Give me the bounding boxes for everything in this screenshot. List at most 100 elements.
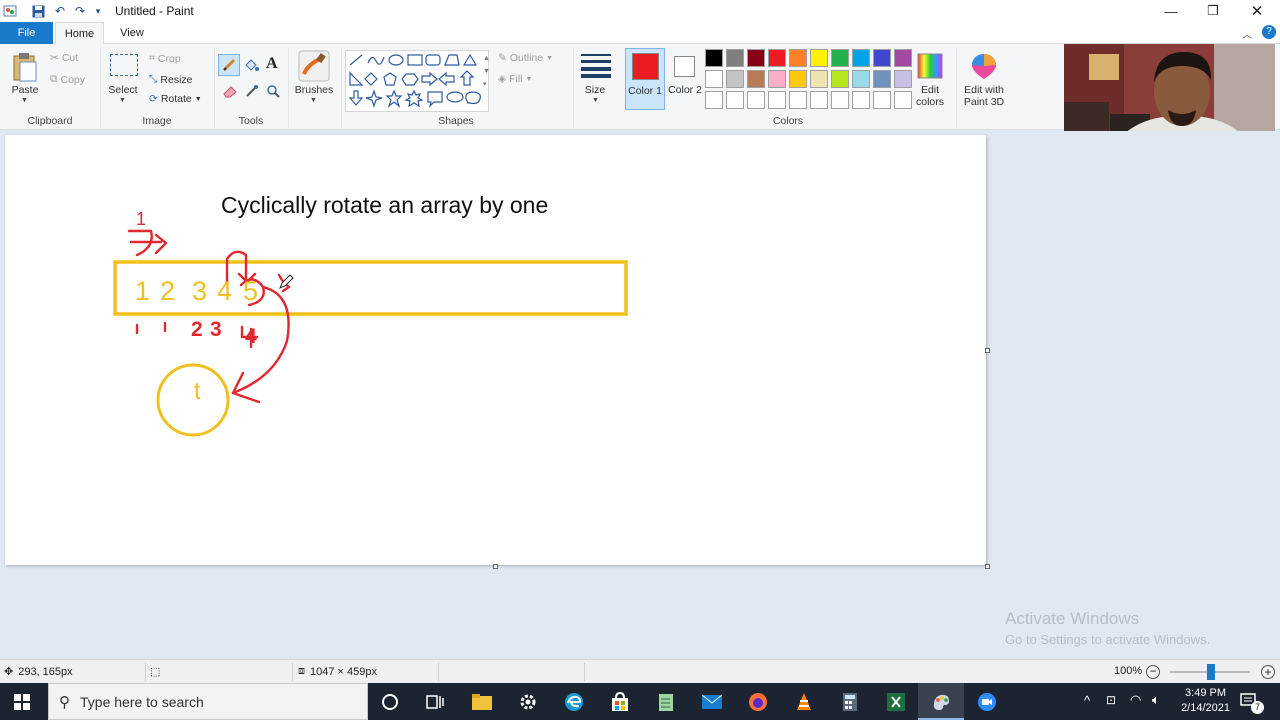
drawing-canvas[interactable]: Cyclically rotate an array by one 1 2 3 … (5, 135, 986, 565)
mail-icon[interactable] (689, 683, 735, 720)
pencil-tool-icon[interactable] (218, 54, 240, 76)
color-picker-icon[interactable] (245, 84, 259, 101)
paste-dropdown-icon[interactable]: ▼ (21, 97, 28, 104)
palette-empty-swatch[interactable] (873, 91, 891, 109)
select-icon[interactable] (110, 54, 138, 76)
palette-color-swatch[interactable] (768, 49, 786, 67)
cut-button[interactable]: ✂ Cut (50, 52, 78, 64)
size-button[interactable]: Size (578, 84, 612, 96)
vlc-icon[interactable] (781, 683, 827, 720)
text-tool-icon[interactable]: A (266, 55, 278, 73)
fill-bucket-icon[interactable] (243, 57, 259, 76)
resize-button[interactable]: ⤡ Resize (149, 73, 193, 86)
palette-empty-swatch[interactable] (726, 91, 744, 109)
customize-quick-access-icon[interactable]: ▾ (90, 3, 106, 19)
paint3d-icon[interactable] (970, 52, 998, 83)
brushes-button[interactable]: Brushes (290, 84, 338, 96)
firefox-icon[interactable] (735, 683, 781, 720)
store-icon[interactable] (597, 683, 643, 720)
palette-color-swatch[interactable] (747, 70, 765, 88)
resize-handle-bottom[interactable] (493, 564, 498, 569)
fill-button[interactable]: ◈ Fill ▼ (498, 73, 532, 85)
palette-empty-swatch[interactable] (747, 91, 765, 109)
edit-with-paint3d-button[interactable]: Edit with Paint 3D (956, 84, 1012, 108)
palette-color-swatch[interactable] (747, 49, 765, 67)
tray-overflow-icon[interactable]: ^ (1084, 693, 1090, 708)
resize-handle-corner[interactable] (985, 564, 990, 569)
redo-icon[interactable]: ↷ (72, 3, 88, 19)
brush-icon[interactable] (298, 50, 330, 85)
color2-selector[interactable]: Color 2 (667, 48, 703, 110)
minimize-button[interactable]: — (1149, 0, 1193, 22)
palette-empty-swatch[interactable] (705, 91, 723, 109)
crop-button[interactable]: ⌗ Crop (149, 52, 181, 65)
palette-color-swatch[interactable] (831, 70, 849, 88)
palette-color-swatch[interactable] (894, 49, 912, 67)
tab-file[interactable]: File (0, 22, 53, 44)
palette-color-swatch[interactable] (873, 70, 891, 88)
volume-icon[interactable]: 🔈︎ (1152, 692, 1160, 708)
eraser-icon[interactable] (222, 84, 238, 101)
palette-empty-swatch[interactable] (789, 91, 807, 109)
tab-view[interactable]: View (108, 22, 156, 44)
size-dropdown-icon[interactable]: ▼ (592, 97, 599, 104)
system-clock[interactable]: 3:49 PM 2/14/2021 (1181, 686, 1230, 716)
edit-colors-button[interactable]: Edit colors (908, 84, 952, 108)
zoom-meetings-icon[interactable] (964, 683, 1010, 720)
select-dropdown-icon[interactable]: ▼ (119, 97, 126, 104)
palette-color-swatch[interactable] (852, 49, 870, 67)
palette-color-swatch[interactable] (852, 70, 870, 88)
paint-app-icon[interactable] (2, 3, 18, 19)
undo-icon[interactable]: ↶ (52, 3, 68, 19)
palette-empty-swatch[interactable] (810, 91, 828, 109)
palette-color-swatch[interactable] (705, 70, 723, 88)
brushes-dropdown-icon[interactable]: ▼ (310, 97, 317, 104)
notepad-icon[interactable] (643, 683, 689, 720)
restore-button[interactable]: ❐ (1191, 0, 1235, 22)
palette-color-swatch[interactable] (768, 70, 786, 88)
excel-icon[interactable] (873, 683, 919, 720)
zoom-out-button[interactable]: − (1146, 665, 1160, 679)
color1-selector[interactable]: Color 1 (625, 48, 665, 110)
settings-icon[interactable] (505, 683, 551, 720)
task-view-icon[interactable] (412, 683, 458, 720)
magnifier-icon[interactable] (266, 84, 280, 101)
paste-button[interactable]: Paste (10, 84, 40, 96)
palette-empty-swatch[interactable] (831, 91, 849, 109)
taskbar-search-box[interactable]: ⚲ Type here to search (48, 683, 368, 720)
palette-color-swatch[interactable] (789, 49, 807, 67)
collapse-ribbon-icon[interactable]: ︿ (1242, 26, 1252, 41)
outline-button[interactable]: ✎ Outline ▼ (498, 52, 553, 64)
paint-taskbar-icon[interactable] (918, 683, 964, 720)
palette-color-swatch[interactable] (726, 49, 744, 67)
shapes-gallery[interactable] (345, 50, 489, 112)
calculator-icon[interactable] (827, 683, 873, 720)
palette-color-swatch[interactable] (705, 49, 723, 67)
palette-color-swatch[interactable] (810, 70, 828, 88)
zoom-in-button[interactable]: + (1261, 665, 1275, 679)
select-button[interactable]: Select (104, 84, 142, 96)
palette-color-swatch[interactable] (831, 49, 849, 67)
help-icon[interactable]: ? (1262, 25, 1276, 39)
resize-handle-right[interactable] (985, 348, 990, 353)
palette-empty-swatch[interactable] (852, 91, 870, 109)
palette-color-swatch[interactable] (873, 49, 891, 67)
copy-button[interactable]: ⧉ Copy (50, 73, 85, 86)
close-button[interactable]: ✕ (1235, 0, 1279, 22)
edit-colors-icon[interactable] (916, 52, 944, 83)
palette-color-swatch[interactable] (726, 70, 744, 88)
network-icon[interactable]: ⊡ (1106, 693, 1116, 707)
size-icon[interactable] (580, 52, 612, 81)
paste-icon[interactable] (12, 52, 38, 85)
palette-color-swatch[interactable] (810, 49, 828, 67)
palette-empty-swatch[interactable] (768, 91, 786, 109)
tab-home[interactable]: Home (55, 22, 104, 45)
zoom-slider-thumb[interactable] (1207, 664, 1215, 680)
cortana-icon[interactable] (367, 683, 413, 720)
edge-browser-icon[interactable] (551, 683, 597, 720)
wifi-icon[interactable]: ◠ (1130, 692, 1141, 708)
file-explorer-icon[interactable] (459, 683, 505, 720)
rotate-button[interactable]: ⟳ Rotate ▼ (149, 93, 202, 105)
windows-start-icon[interactable] (14, 694, 30, 713)
shapes-scroll-icon[interactable]: ▲ ▼ ▾ (483, 52, 490, 91)
